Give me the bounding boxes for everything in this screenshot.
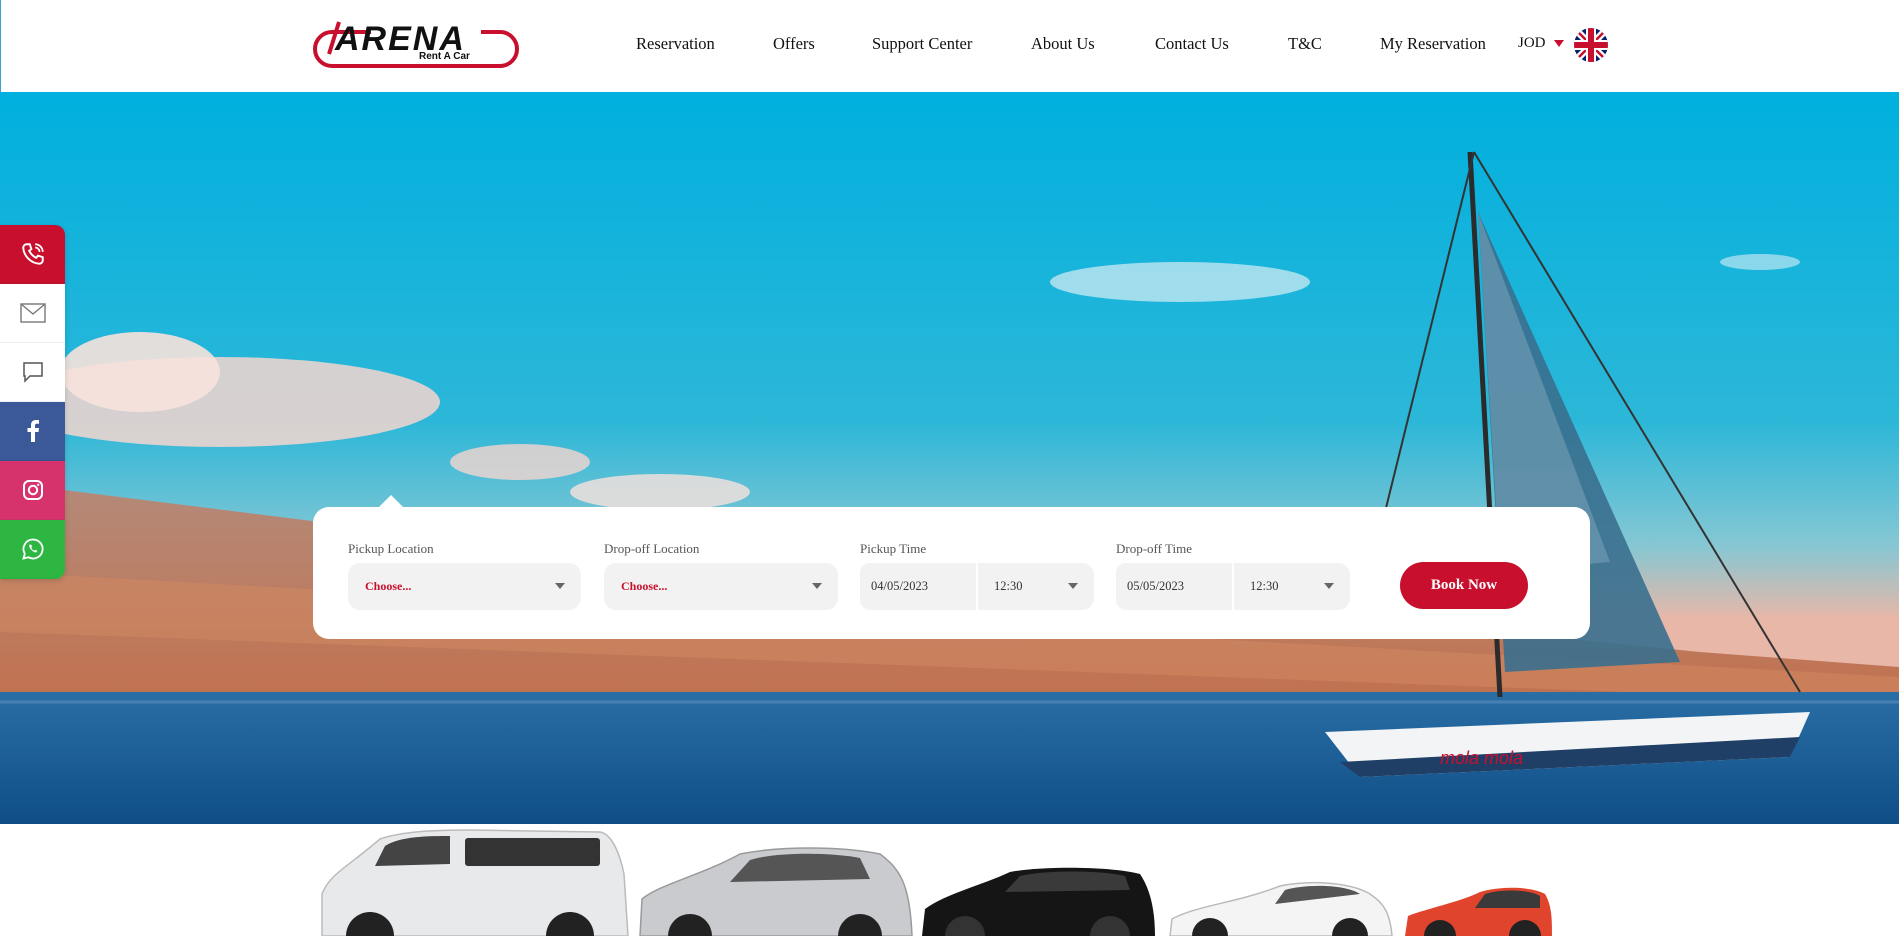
dropoff-date-input[interactable]: 05/05/2023	[1116, 563, 1232, 610]
nav-reservation[interactable]: Reservation	[636, 34, 715, 54]
site-header: ARENA Rent A Car Reservation Offers Supp…	[0, 0, 1899, 92]
dropoff-location-select[interactable]: Choose...	[604, 563, 838, 610]
dropoff-time-value: 12:30	[1250, 579, 1279, 593]
car-lineup	[0, 824, 1899, 936]
chat-icon[interactable]	[0, 343, 65, 402]
dropoff-location-label: Drop-off Location	[604, 541, 700, 556]
boat-name: mola mola	[1440, 748, 1523, 768]
nav-support-center[interactable]: Support Center	[872, 34, 972, 54]
arena-logo[interactable]: ARENA Rent A Car	[311, 14, 521, 70]
chevron-down-icon	[1324, 583, 1334, 589]
nav-terms[interactable]: T&C	[1288, 34, 1322, 54]
nav-my-reservation[interactable]: My Reservation	[1380, 34, 1486, 54]
silver-suv-image	[639, 847, 913, 936]
currency-selector[interactable]: JOD	[1518, 35, 1564, 52]
nav-offers[interactable]: Offers	[773, 34, 815, 54]
black-suv-image	[922, 867, 1155, 936]
pickup-date-input[interactable]: 04/05/2023	[860, 563, 976, 610]
van-car-image	[321, 829, 629, 936]
dropoff-location-value: Choose...	[621, 579, 668, 593]
mail-icon[interactable]	[0, 284, 65, 343]
white-sedan-image	[1169, 882, 1393, 936]
hero-banner: mola mola	[0, 92, 1899, 824]
uk-flag-icon[interactable]	[1574, 28, 1608, 62]
nav-about-us[interactable]: About Us	[1031, 34, 1095, 54]
logo-tagline: Rent A Car	[419, 51, 470, 62]
facebook-icon[interactable]	[0, 402, 65, 461]
chevron-down-icon	[812, 583, 822, 589]
nav-contact-us[interactable]: Contact Us	[1155, 34, 1229, 54]
pickup-time-select[interactable]: 12:30	[978, 563, 1094, 610]
phone-icon[interactable]	[0, 225, 65, 284]
whatsapp-icon[interactable]	[0, 520, 65, 579]
pickup-time-label: Pickup Time	[860, 541, 927, 556]
social-sidebar	[0, 225, 65, 579]
red-hatchback-image	[1405, 887, 1552, 936]
chevron-down-icon	[1068, 583, 1078, 589]
chevron-down-icon	[555, 583, 565, 589]
instagram-icon[interactable]	[0, 461, 65, 520]
pickup-location-select[interactable]: Choose...	[348, 563, 581, 610]
pickup-location-label: Pickup Location	[348, 541, 434, 556]
dropoff-time-select[interactable]: 12:30	[1234, 563, 1350, 610]
pickup-time-value: 12:30	[994, 579, 1023, 593]
dropoff-time-label: Drop-off Time	[1116, 541, 1192, 556]
pickup-location-value: Choose...	[365, 579, 412, 593]
book-now-button[interactable]: Book Now	[1400, 562, 1528, 609]
currency-label: JOD	[1518, 35, 1546, 51]
caret-down-icon	[1553, 40, 1564, 47]
hero-background-image: mola mola	[0, 92, 1899, 824]
